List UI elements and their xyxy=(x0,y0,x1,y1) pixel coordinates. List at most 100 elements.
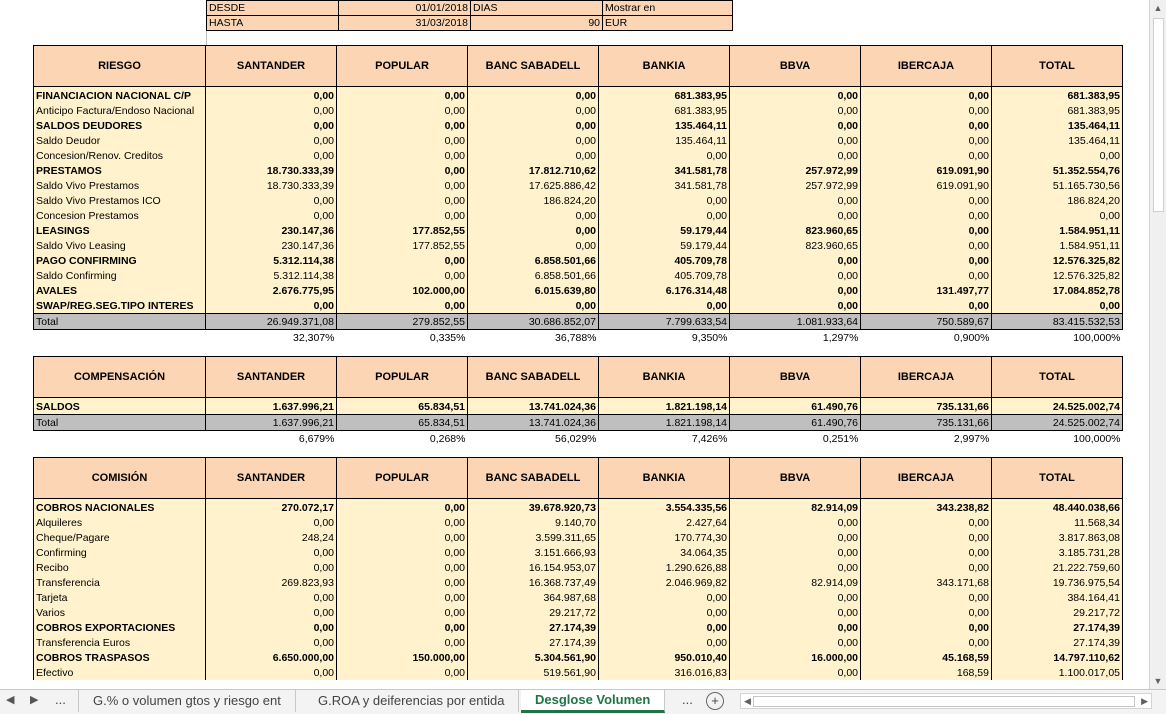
row-label[interactable]: LEASINGS xyxy=(33,223,206,238)
value-cell[interactable]: 29.217,72 xyxy=(467,605,599,620)
value-cell[interactable]: 0,00 xyxy=(729,133,861,148)
value-cell[interactable]: 0,00 xyxy=(205,605,337,620)
total-cell[interactable]: 24.525.002,74 xyxy=(991,414,1123,431)
value-cell[interactable]: 0,00 xyxy=(336,88,468,103)
value-cell[interactable]: 0,00 xyxy=(729,253,861,268)
value-cell[interactable]: 17.812.710,62 xyxy=(467,163,599,178)
percent-cell[interactable] xyxy=(33,329,206,345)
value-cell[interactable]: 177.852,55 xyxy=(336,223,468,238)
row-label[interactable]: Anticipo Factura/Endoso Nacional xyxy=(33,103,206,118)
value-cell[interactable]: 0,00 xyxy=(205,193,337,208)
value-cell[interactable]: 0,00 xyxy=(860,515,992,530)
value-cell[interactable]: 0,00 xyxy=(860,133,992,148)
value-cell[interactable]: 21.222.759,60 xyxy=(991,560,1123,575)
percent-cell[interactable]: 0,335% xyxy=(336,329,468,345)
value-cell[interactable]: 0,00 xyxy=(598,193,730,208)
add-sheet-icon[interactable]: + xyxy=(706,692,724,710)
value-cell[interactable]: 59.179,44 xyxy=(598,238,730,253)
value-cell[interactable]: 48.440.038,66 xyxy=(991,500,1123,515)
value-cell[interactable]: 0,00 xyxy=(729,283,861,298)
value-cell[interactable]: 135.464,11 xyxy=(991,118,1123,133)
hasta-value[interactable]: 31/03/2018 xyxy=(338,15,471,31)
row-label[interactable]: Saldo Vivo Leasing xyxy=(33,238,206,253)
value-cell[interactable]: 2.427,64 xyxy=(598,515,730,530)
value-cell[interactable]: 0,00 xyxy=(991,208,1123,223)
value-cell[interactable]: 230.147,36 xyxy=(205,223,337,238)
value-cell[interactable]: 0,00 xyxy=(729,515,861,530)
value-cell[interactable]: 6.858.501,66 xyxy=(467,253,599,268)
value-cell[interactable]: 45.168,59 xyxy=(860,650,992,665)
value-cell[interactable]: 0,00 xyxy=(991,148,1123,163)
value-cell[interactable]: 0,00 xyxy=(729,530,861,545)
value-cell[interactable]: 0,00 xyxy=(729,103,861,118)
value-cell[interactable]: 27.174,39 xyxy=(467,620,599,635)
percent-cell[interactable]: 36,788% xyxy=(467,329,599,345)
value-cell[interactable]: 168,59 xyxy=(860,665,992,680)
value-cell[interactable]: 0,00 xyxy=(598,620,730,635)
row-label[interactable]: SALDOS xyxy=(33,399,206,415)
desde-value[interactable]: 01/01/2018 xyxy=(338,0,471,16)
value-cell[interactable]: 0,00 xyxy=(860,148,992,163)
row-label[interactable]: Efectivo xyxy=(33,665,206,680)
vertical-scrollbar[interactable]: ▲ ▼ xyxy=(1149,0,1166,689)
row-label[interactable]: Saldo Deudor xyxy=(33,133,206,148)
value-cell[interactable]: 1.584.951,11 xyxy=(991,238,1123,253)
value-cell[interactable]: 3.554.335,56 xyxy=(598,500,730,515)
row-label[interactable]: Varios xyxy=(33,605,206,620)
hscroll-thumb[interactable] xyxy=(753,696,1135,707)
total-cell[interactable]: 83.415.532,53 xyxy=(991,313,1123,330)
value-cell[interactable]: 0,00 xyxy=(729,118,861,133)
total-cell[interactable]: 1.637.996,21 xyxy=(205,414,337,431)
row-label[interactable]: Transferencia xyxy=(33,575,206,590)
value-cell[interactable]: 230.147,36 xyxy=(205,238,337,253)
column-header[interactable]: IBERCAJA xyxy=(860,457,992,499)
value-cell[interactable]: 681.383,95 xyxy=(598,103,730,118)
column-header[interactable]: TOTAL xyxy=(991,356,1123,398)
column-header[interactable]: BANC SABADELL xyxy=(467,457,599,499)
value-cell[interactable]: 405.709,78 xyxy=(598,253,730,268)
prev-sheet-icon[interactable]: ◀ xyxy=(6,693,14,706)
value-cell[interactable]: 17.625.886,42 xyxy=(467,178,599,193)
column-header[interactable]: BANC SABADELL xyxy=(467,45,599,87)
total-cell[interactable]: 1.821.198,14 xyxy=(598,414,730,431)
value-cell[interactable]: 186.824,20 xyxy=(991,193,1123,208)
column-header[interactable]: BBVA xyxy=(729,45,861,87)
value-cell[interactable]: 405.709,78 xyxy=(598,268,730,283)
value-cell[interactable]: 34.064,35 xyxy=(598,545,730,560)
value-cell[interactable]: 0,00 xyxy=(336,133,468,148)
value-cell[interactable]: 0,00 xyxy=(467,118,599,133)
more-sheets-left[interactable]: ... xyxy=(55,692,66,707)
value-cell[interactable]: 0,00 xyxy=(467,208,599,223)
value-cell[interactable]: 13.741.024,36 xyxy=(467,399,599,415)
row-label[interactable]: Cheque/Pagare xyxy=(33,530,206,545)
value-cell[interactable]: 0,00 xyxy=(729,193,861,208)
value-cell[interactable]: 186.824,20 xyxy=(467,193,599,208)
column-header[interactable]: POPULAR xyxy=(336,356,468,398)
value-cell[interactable]: 3.817.863,08 xyxy=(991,530,1123,545)
percent-cell[interactable]: 9,350% xyxy=(598,329,730,345)
value-cell[interactable]: 0,00 xyxy=(205,118,337,133)
value-cell[interactable]: 16.000,00 xyxy=(729,650,861,665)
value-cell[interactable]: 135.464,11 xyxy=(598,133,730,148)
value-cell[interactable]: 6.015.639,80 xyxy=(467,283,599,298)
value-cell[interactable]: 248,24 xyxy=(205,530,337,545)
scroll-left-icon[interactable]: ◀ xyxy=(744,694,751,708)
value-cell[interactable]: 0,00 xyxy=(729,605,861,620)
value-cell[interactable]: 0,00 xyxy=(336,620,468,635)
value-cell[interactable]: 0,00 xyxy=(860,238,992,253)
value-cell[interactable]: 343.238,82 xyxy=(860,500,992,515)
column-header[interactable]: RIESGO xyxy=(33,45,206,87)
column-header[interactable]: BBVA xyxy=(729,457,861,499)
value-cell[interactable]: 150.000,00 xyxy=(336,650,468,665)
row-label[interactable]: Saldo Vivo Prestamos xyxy=(33,178,206,193)
value-cell[interactable]: 0,00 xyxy=(205,590,337,605)
value-cell[interactable]: 0,00 xyxy=(729,590,861,605)
value-cell[interactable]: 0,00 xyxy=(860,545,992,560)
total-cell[interactable]: 61.490,76 xyxy=(729,414,861,431)
row-label[interactable]: Concesion Prestamos xyxy=(33,208,206,223)
value-cell[interactable]: 0,00 xyxy=(205,298,337,314)
value-cell[interactable]: 0,00 xyxy=(336,590,468,605)
value-cell[interactable]: 0,00 xyxy=(598,148,730,163)
value-cell[interactable]: 681.383,95 xyxy=(991,103,1123,118)
mostrar-value[interactable]: EUR xyxy=(602,15,733,31)
